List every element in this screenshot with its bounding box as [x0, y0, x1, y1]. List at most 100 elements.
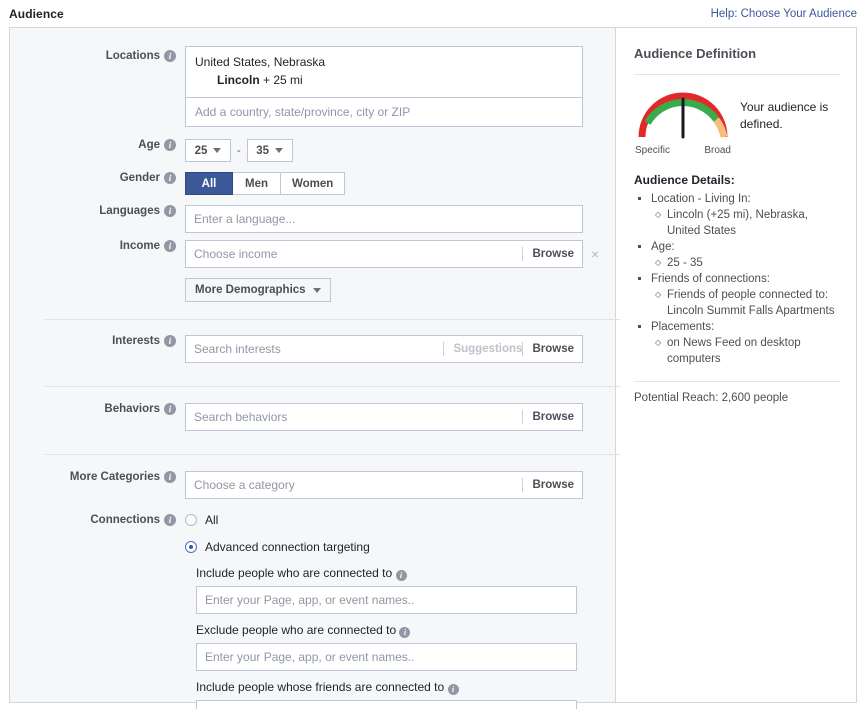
interests-field: Search interests Suggestions Browse	[185, 335, 615, 363]
detail-item: on News Feed on desktop computers	[655, 335, 840, 367]
divider-above-behaviors	[10, 363, 620, 387]
locations-placeholder: Add a country, state/province, city or Z…	[195, 105, 411, 119]
info-icon[interactable]: i	[164, 172, 176, 184]
gender-option-men[interactable]: Men	[233, 172, 281, 195]
exclude-connected-placeholder: Enter your Page, app, or event names..	[205, 650, 415, 664]
friends-connected-label: Include people whose friends are connect…	[196, 680, 445, 694]
audience-details-heading: Audience Details:	[634, 173, 735, 187]
exclude-connected-input[interactable]: Enter your Page, app, or event names..	[196, 643, 577, 671]
behaviors-row: Behaviors i Search behaviors Browse	[10, 387, 615, 431]
connections-field: All Advanced connection targeting Includ…	[185, 510, 615, 709]
page-title: Audience	[9, 6, 64, 21]
friends-connected-box[interactable]: Lincoln Summit Falls Apartments × Enter …	[196, 700, 577, 709]
interests-input[interactable]: Search interests Suggestions Browse	[185, 335, 583, 363]
behaviors-label: Behaviors	[104, 403, 160, 415]
connections-label-group: Connections i	[10, 510, 185, 526]
languages-input[interactable]: Enter a language...	[185, 205, 583, 233]
audience-panel: Locations i United States, Nebraska Linc…	[9, 27, 857, 709]
locations-input[interactable]: Add a country, state/province, city or Z…	[186, 98, 582, 126]
detail-sublist: on News Feed on desktop computers	[651, 335, 840, 367]
info-icon[interactable]: i	[447, 684, 459, 695]
behaviors-input[interactable]: Search behaviors Browse	[185, 403, 583, 431]
gender-label-group: Gender i	[10, 172, 185, 184]
income-placeholder: Choose income	[194, 247, 278, 261]
info-icon[interactable]: i	[164, 514, 176, 526]
gender-option-women[interactable]: Women	[281, 172, 346, 195]
include-connected-placeholder: Enter your Page, app, or event names..	[205, 593, 415, 607]
more-demographics-field: More Demographics	[185, 278, 615, 302]
audience-status-text: Your audience is defined.	[740, 100, 829, 131]
more-categories-row: More Categories i Choose a category Brow…	[10, 455, 615, 499]
radio-icon-selected[interactable]	[185, 541, 197, 553]
info-icon[interactable]: i	[164, 471, 176, 483]
connections-option-all[interactable]: All	[185, 510, 615, 530]
chevron-down-icon	[312, 287, 321, 293]
more-categories-browse-button[interactable]: Browse	[522, 478, 574, 492]
audience-form: Locations i United States, Nebraska Linc…	[10, 28, 620, 709]
age-label: Age	[138, 139, 160, 151]
radio-icon[interactable]	[185, 514, 197, 526]
income-row: Income i Choose income Browse ×	[10, 233, 615, 268]
location-token-country: United States, Nebraska	[195, 55, 326, 69]
income-label: Income	[119, 240, 160, 252]
locations-row: Locations i United States, Nebraska Linc…	[10, 28, 615, 127]
chevron-down-icon	[275, 148, 284, 153]
detail-title: Age:	[651, 241, 675, 253]
connections-option-advanced[interactable]: Advanced connection targeting	[185, 537, 615, 557]
locations-label-group: Locations i	[10, 46, 185, 62]
potential-reach: Potential Reach: 2,600 people	[634, 392, 789, 404]
chevron-down-icon	[213, 148, 222, 153]
gauge-label-specific: Specific	[635, 145, 671, 156]
more-categories-placeholder: Choose a category	[194, 478, 295, 492]
detail-sublist: 25 - 35	[651, 255, 840, 271]
interests-label-group: Interests i	[10, 335, 185, 347]
interests-label: Interests	[112, 335, 160, 347]
income-label-group: Income i	[10, 240, 185, 252]
income-remove-icon[interactable]: ×	[591, 247, 599, 261]
audience-definition-title: Audience Definition	[634, 46, 757, 61]
info-icon[interactable]: i	[164, 50, 176, 62]
info-icon[interactable]: i	[164, 335, 176, 347]
behaviors-field: Search behaviors Browse	[185, 403, 615, 431]
detail-sublist: Friends of people connected to: Lincoln …	[651, 287, 840, 319]
interests-browse-button[interactable]: Browse	[522, 342, 574, 356]
location-token-radius: + 25 mi	[263, 73, 303, 87]
detail-group: Location - Living In: Lincoln (+25 mi), …	[651, 191, 840, 239]
gender-label: Gender	[119, 172, 160, 184]
divider-above-interests	[10, 302, 620, 320]
info-icon[interactable]: i	[399, 627, 411, 638]
behaviors-browse-button[interactable]: Browse	[522, 410, 574, 424]
locations-tokens: United States, Nebraska Lincoln + 25 mi	[186, 47, 582, 98]
languages-row: Languages i Enter a language...	[10, 195, 615, 233]
info-icon[interactable]: i	[395, 570, 407, 581]
behaviors-label-group: Behaviors i	[10, 403, 185, 415]
detail-group: Age: 25 - 35	[651, 239, 840, 271]
exclude-connected-label: Exclude people who are connected to	[196, 623, 397, 637]
age-min-select[interactable]: 25	[185, 139, 231, 162]
audience-gauge: Specific Broad	[634, 87, 732, 156]
help-link[interactable]: Help: Choose Your Audience	[711, 8, 857, 20]
include-connected-label-group: Include people who are connected to i	[196, 566, 615, 581]
info-icon[interactable]: i	[164, 205, 176, 217]
gender-option-all[interactable]: All	[185, 172, 233, 195]
more-categories-input[interactable]: Choose a category Browse	[185, 471, 583, 499]
info-icon[interactable]: i	[164, 139, 176, 151]
info-icon[interactable]: i	[164, 240, 176, 252]
age-min-value: 25	[194, 144, 208, 157]
age-max-select[interactable]: 35	[246, 139, 293, 162]
friends-connected-label-group: Include people whose friends are connect…	[196, 680, 615, 695]
locations-box[interactable]: United States, Nebraska Lincoln + 25 mi …	[185, 46, 583, 127]
income-input[interactable]: Choose income Browse	[185, 240, 583, 268]
interests-placeholder: Search interests	[194, 342, 281, 356]
more-demographics-button[interactable]: More Demographics	[185, 278, 331, 302]
connections-row: Connections i All Advanced connection ta…	[10, 499, 615, 709]
detail-title: Friends of connections:	[651, 273, 770, 285]
interests-suggestions-button[interactable]: Suggestions	[443, 342, 522, 356]
income-browse-button[interactable]: Browse	[522, 247, 574, 261]
include-connected-input[interactable]: Enter your Page, app, or event names..	[196, 586, 577, 614]
audience-details-list: Location - Living In: Lincoln (+25 mi), …	[634, 191, 840, 367]
include-connected-label: Include people who are connected to	[196, 566, 393, 580]
advanced-connection-options: Include people who are connected to i En…	[185, 566, 615, 709]
info-icon[interactable]: i	[164, 403, 176, 415]
detail-group: Friends of connections: Friends of peopl…	[651, 271, 840, 319]
